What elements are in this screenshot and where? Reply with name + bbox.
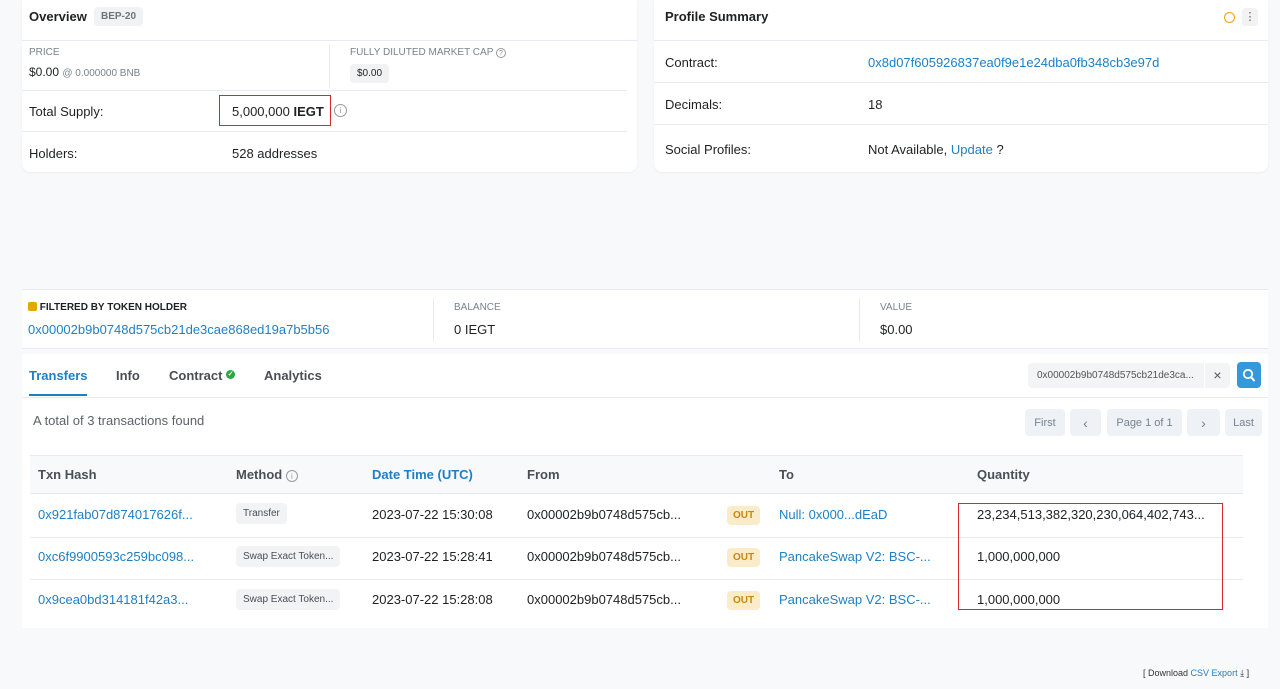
total-supply-highlight (219, 95, 331, 126)
tab-transfers-underline (29, 394, 87, 396)
page-indicator: Page 1 of 1 (1107, 409, 1182, 436)
filter-label: FILTERED BY TOKEN HOLDER (28, 302, 187, 313)
value-label: VALUE (880, 302, 913, 313)
date-time: 2023-07-22 15:28:08 (372, 592, 493, 607)
csv-download: [ Download CSV Export ⤓ ] (1143, 668, 1249, 679)
date-time: 2023-07-22 15:28:41 (372, 549, 493, 564)
social-not-available: Not Available, (868, 142, 948, 157)
status-circle-icon[interactable] (1224, 12, 1235, 23)
divider (22, 397, 1268, 398)
tab-info[interactable]: Info (116, 368, 140, 383)
direction-badge: OUT (727, 591, 761, 610)
next-page-button[interactable]: › (1187, 409, 1220, 436)
decimals-label: Decimals: (665, 97, 723, 112)
total-supply-label: Total Supply: (29, 104, 104, 119)
csv-open-bracket: [ Download (1143, 668, 1189, 678)
balance-label: BALANCE (454, 302, 501, 313)
direction-badge: OUT (727, 506, 761, 525)
price-value: $0.00 @ 0.000000 BNB (29, 65, 140, 79)
filter-label-text: FILTERED BY TOKEN HOLDER (39, 302, 188, 313)
more-options-icon[interactable]: ⋮ (1242, 8, 1258, 26)
col-txn-hash: Txn Hash (38, 467, 97, 482)
txn-hash-link[interactable]: 0xc6f9900593c259bc098... (38, 549, 194, 564)
search-icon (1242, 368, 1255, 382)
csv-close-bracket: ] (1246, 668, 1250, 678)
transactions-count: A total of 3 transactions found (33, 413, 205, 428)
last-page-button[interactable]: Last (1225, 409, 1262, 436)
price-label: PRICE (29, 47, 60, 58)
divider (329, 45, 330, 87)
holders-label: Holders: (29, 146, 78, 161)
lock-icon (28, 302, 37, 311)
method-badge: Swap Exact Token... (236, 589, 341, 610)
clear-search-button[interactable]: × (1205, 363, 1230, 388)
social-profiles-value: Not Available, Update ? (868, 142, 1004, 157)
from-address[interactable]: 0x00002b9b0748d575cb... (527, 549, 681, 564)
method-badge: Swap Exact Token... (236, 546, 341, 567)
csv-export-link[interactable]: CSV Export (1191, 668, 1238, 678)
info-circle-icon[interactable]: i (334, 104, 347, 117)
divider (22, 131, 627, 132)
divider (22, 90, 627, 91)
first-page-button[interactable]: First (1025, 409, 1065, 436)
divider (654, 40, 1268, 41)
update-link[interactable]: Update (951, 142, 993, 157)
col-from: From (527, 467, 560, 482)
price-bnb: @ 0.000000 BNB (62, 68, 141, 79)
token-standard-badge: BEP-20 (94, 7, 144, 26)
fdmc-label-text: FULLY DILUTED MARKET CAP (350, 47, 494, 58)
table-header-bg (30, 455, 1243, 494)
social-question: ? (996, 142, 1004, 157)
price-usd: $0.00 (29, 65, 60, 79)
contract-label: Contract: (665, 55, 718, 70)
question-circle-icon[interactable]: ? (495, 48, 506, 58)
overview-card: Overview BEP-20 PRICE $0.00 @ 0.000000 B… (22, 0, 637, 172)
col-to: To (779, 467, 794, 482)
to-address-link[interactable]: PancakeSwap V2: BSC-... (779, 592, 931, 607)
quantity-highlight (958, 503, 1223, 610)
from-address[interactable]: 0x00002b9b0748d575cb... (527, 592, 681, 607)
col-method-label: Method (236, 467, 283, 482)
prev-page-button[interactable]: ‹ (1070, 409, 1101, 436)
to-address-link[interactable]: Null: 0x000...dEaD (779, 507, 887, 522)
verified-check-icon: ✓ (226, 370, 236, 379)
decimals-value: 18 (868, 97, 883, 112)
col-method: Method i (236, 467, 298, 482)
profile-summary-card: Profile Summary ⋮ Contract: 0x8d07f60592… (654, 0, 1268, 172)
tab-analytics[interactable]: Analytics (264, 368, 322, 383)
balance-value: 0 IEGT (454, 322, 496, 337)
overview-title: Overview (29, 9, 87, 24)
search-input[interactable]: 0x00002b9b0748d575cb21de3ca... (1028, 363, 1204, 388)
social-profiles-label: Social Profiles: (665, 142, 751, 157)
search-button[interactable] (1237, 362, 1261, 388)
info-circle-icon[interactable]: i (285, 470, 298, 482)
col-quantity: Quantity (977, 467, 1030, 482)
from-address[interactable]: 0x00002b9b0748d575cb... (527, 507, 681, 522)
filter-bar: FILTERED BY TOKEN HOLDER 0x00002b9b0748d… (22, 289, 1268, 349)
divider (433, 298, 434, 342)
divider (859, 298, 860, 342)
holder-address-link[interactable]: 0x00002b9b0748d575cb21de3cae868ed19a7b5b… (28, 322, 329, 337)
tab-contract-label: Contract (169, 368, 223, 383)
txn-hash-link[interactable]: 0x9cea0bd314181f42a3... (38, 592, 188, 607)
tab-transfers[interactable]: Transfers (29, 368, 88, 383)
divider (22, 40, 637, 41)
search-input-value: 0x00002b9b0748d575cb21de3ca... (1037, 370, 1194, 381)
direction-badge: OUT (727, 548, 761, 567)
fdmc-label: FULLY DILUTED MARKET CAP ? (350, 47, 506, 58)
txn-hash-link[interactable]: 0x921fab07d874017626f... (38, 507, 193, 522)
tab-contract[interactable]: Contract ✓ (169, 368, 236, 383)
col-date-time[interactable]: Date Time (UTC) (372, 467, 473, 482)
method-badge: Transfer (236, 503, 287, 524)
download-icon[interactable]: ⤓ (1240, 668, 1244, 678)
contract-address-link[interactable]: 0x8d07f605926837ea0f9e1e24dba0fb348cb3e9… (868, 55, 1159, 70)
date-time: 2023-07-22 15:30:08 (372, 507, 493, 522)
holders-value: 528 addresses (232, 146, 318, 161)
to-address-link[interactable]: PancakeSwap V2: BSC-... (779, 549, 931, 564)
divider (654, 124, 1268, 125)
value-value: $0.00 (880, 322, 913, 337)
profile-title: Profile Summary (665, 9, 769, 24)
divider (654, 82, 1268, 83)
fdmc-value: $0.00 (350, 64, 390, 83)
